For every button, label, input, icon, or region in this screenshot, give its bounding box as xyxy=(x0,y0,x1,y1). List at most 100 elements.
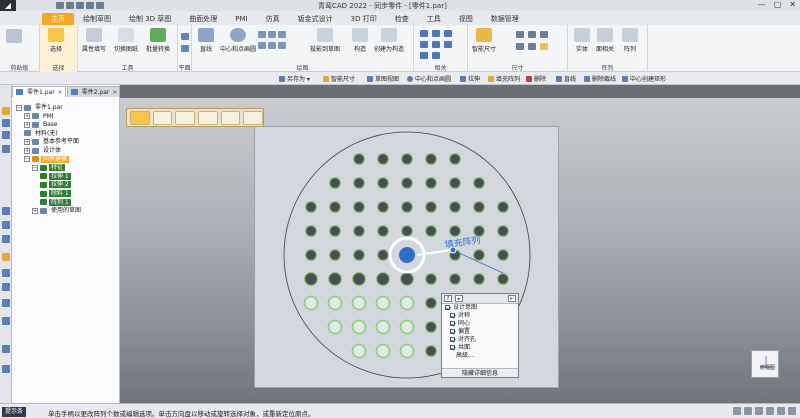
plane-lock-icon[interactable] xyxy=(181,45,189,52)
pattern-hole[interactable] xyxy=(472,200,486,214)
pattern-hole[interactable] xyxy=(375,319,391,335)
pattern-hole[interactable] xyxy=(448,152,462,166)
cmd-line[interactable]: 直线 xyxy=(556,74,576,83)
pattern-hole[interactable] xyxy=(399,319,415,335)
properties-icon[interactable] xyxy=(2,317,10,325)
pattern-hole[interactable] xyxy=(351,343,367,359)
app-logo-icon[interactable]: ◢ xyxy=(0,0,16,11)
tree-node[interactable]: − 零件1.par xyxy=(16,104,65,112)
pathfinder-icon[interactable] xyxy=(2,107,10,115)
pattern-hole[interactable] xyxy=(399,295,415,311)
perpendicular-icon[interactable] xyxy=(432,41,440,48)
pattern-hole[interactable] xyxy=(376,152,390,166)
tree-node[interactable]: + 设计体 xyxy=(24,147,63,155)
teamcenter-icon[interactable] xyxy=(2,207,10,215)
family-icon[interactable] xyxy=(2,221,10,229)
symmetric-icon[interactable] xyxy=(432,52,440,59)
pattern-hole[interactable] xyxy=(328,224,342,238)
pattern-hole[interactable] xyxy=(472,248,486,262)
tree-node[interactable]: 除料 1 xyxy=(40,190,71,198)
select-filter-icon[interactable] xyxy=(152,110,173,125)
pattern-hole[interactable] xyxy=(352,248,366,262)
trim-icon[interactable] xyxy=(268,42,276,49)
pattern-button[interactable]: 阵列 xyxy=(622,28,638,53)
expand-toggle-icon[interactable]: + xyxy=(32,207,38,214)
select-face-icon[interactable] xyxy=(198,110,218,125)
tab-simulation[interactable]: 仿真 xyxy=(257,13,289,25)
tab-sheetmetal[interactable]: 钣金式设计 xyxy=(289,13,342,25)
angle-icon[interactable] xyxy=(528,31,536,38)
pattern-hole[interactable] xyxy=(351,295,367,311)
view-icon[interactable] xyxy=(777,407,785,415)
connect-icon[interactable] xyxy=(420,30,428,37)
pattern-hole[interactable] xyxy=(472,224,486,238)
cmd-extrude[interactable]: 拉伸 xyxy=(460,74,480,83)
views-icon[interactable] xyxy=(2,365,10,373)
pattern-hole[interactable] xyxy=(352,152,366,166)
feature-library-icon[interactable] xyxy=(2,235,10,243)
select-mode-icon[interactable] xyxy=(130,110,150,125)
pattern-hole[interactable] xyxy=(496,272,510,286)
tree-node[interactable]: − 同步建模 xyxy=(24,155,70,164)
undo-icon[interactable] xyxy=(86,2,94,9)
style-icon[interactable] xyxy=(788,407,796,415)
doc-tab-part2[interactable]: 零件2.par ✕ xyxy=(66,86,121,98)
aligned-holes-checkbox[interactable]: 对齐孔 xyxy=(442,336,518,344)
help-icon[interactable] xyxy=(2,253,10,261)
equal-icon[interactable] xyxy=(420,52,428,59)
pattern-hole[interactable] xyxy=(376,248,390,262)
pattern-hole[interactable] xyxy=(327,271,343,287)
pan-icon[interactable] xyxy=(755,407,763,415)
arc-icon[interactable] xyxy=(268,31,276,38)
tab-pmi[interactable]: PMI xyxy=(226,13,256,25)
offset-checkbox[interactable]: 偏置 xyxy=(442,328,518,336)
zoom-icon[interactable] xyxy=(733,407,741,415)
expand-toggle-icon[interactable]: − xyxy=(32,164,38,171)
pattern-hole[interactable] xyxy=(448,200,462,214)
parts-icon[interactable] xyxy=(2,345,10,353)
pattern-hole[interactable] xyxy=(496,248,510,262)
expand-icon[interactable]: ▸ xyxy=(455,295,463,302)
construct-button[interactable]: 构造 xyxy=(352,28,368,53)
pattern-hole[interactable] xyxy=(328,176,342,190)
plane-icon[interactable] xyxy=(181,33,189,40)
cmd-delete[interactable]: 删除 xyxy=(526,74,546,83)
open-icon[interactable] xyxy=(66,2,74,9)
close-tab-icon[interactable]: ✕ xyxy=(58,87,63,98)
face-relation-button[interactable]: 面相关 xyxy=(596,28,614,53)
pattern-hole[interactable] xyxy=(376,224,390,238)
select-options-icon[interactable] xyxy=(243,110,264,125)
pattern-hole[interactable] xyxy=(424,296,438,310)
settings-icon[interactable] xyxy=(2,283,10,291)
pattern-hole[interactable] xyxy=(303,295,319,311)
close-tab-icon[interactable]: ✕ xyxy=(112,87,117,98)
symmetric-dim-icon[interactable] xyxy=(516,43,524,50)
cmd-center-rect[interactable]: 中心创建矩形 xyxy=(622,74,666,83)
pattern-hole[interactable] xyxy=(400,152,414,166)
pattern-hole[interactable] xyxy=(351,271,367,287)
pattern-hole[interactable] xyxy=(375,295,391,311)
distance-icon[interactable] xyxy=(516,31,524,38)
pattern-hole[interactable] xyxy=(328,200,342,214)
tree-node[interactable]: + 基本参考平面 xyxy=(24,138,81,146)
tree-node[interactable]: 材料(无) xyxy=(24,130,60,138)
tab-inspect[interactable]: 检查 xyxy=(386,13,418,25)
pattern-hole[interactable] xyxy=(424,176,438,190)
rectangle-icon[interactable] xyxy=(258,31,266,38)
sensor-icon[interactable] xyxy=(2,145,10,153)
pattern-hole[interactable] xyxy=(351,319,367,335)
symmetric-checkbox[interactable]: 对称 xyxy=(442,312,518,320)
library-icon[interactable] xyxy=(2,131,10,139)
pattern-hole[interactable] xyxy=(352,200,366,214)
select-window-icon[interactable] xyxy=(175,110,196,125)
attr-fill-button[interactable]: 属性填写 xyxy=(82,28,106,53)
expand-toggle-icon[interactable]: − xyxy=(24,156,30,163)
fit-icon[interactable] xyxy=(744,407,752,415)
tree-node[interactable]: 拉伸 1 xyxy=(40,172,71,181)
tab-data-management[interactable]: 数据管理 xyxy=(482,13,528,25)
expand-toggle-icon[interactable]: + xyxy=(24,138,30,145)
pattern-hole[interactable] xyxy=(472,176,486,190)
search-icon[interactable] xyxy=(2,269,10,277)
cmd-smart-dim[interactable]: 智能尺寸 xyxy=(323,74,355,83)
tree-node[interactable]: + PMI xyxy=(24,113,56,121)
